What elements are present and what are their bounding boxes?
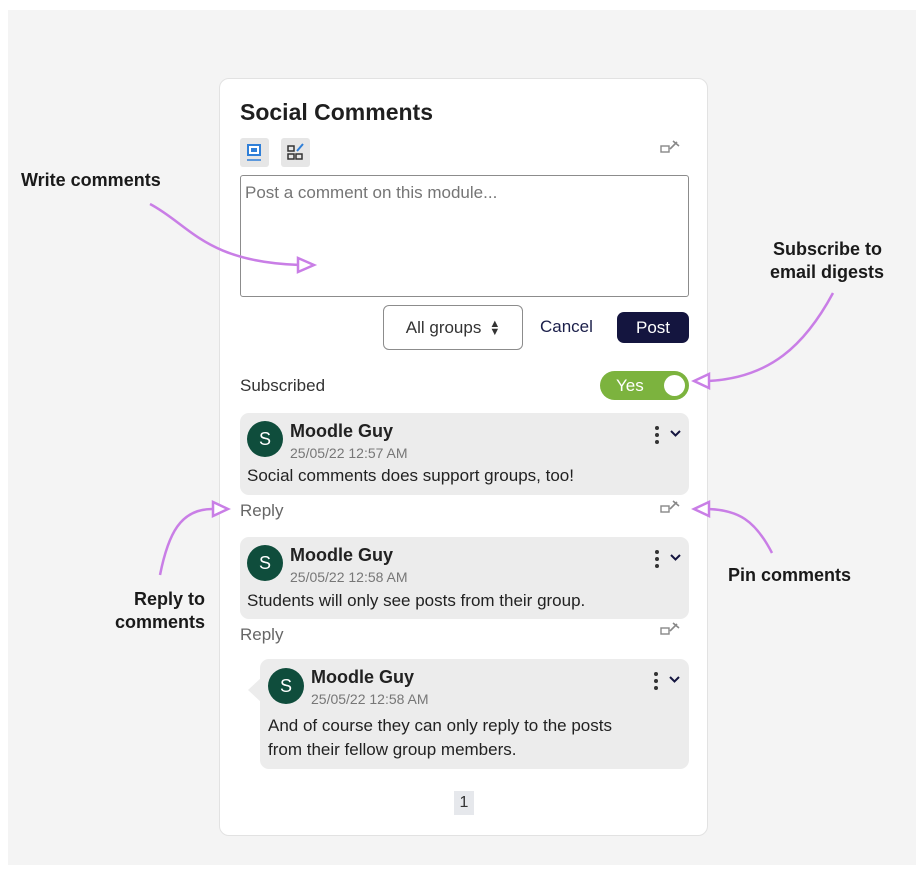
arrow-pin-head	[691, 500, 711, 518]
arrow-subscribe	[707, 292, 835, 383]
arrow-reply	[158, 507, 215, 576]
annotation-arrows	[149, 202, 835, 576]
arrow-pin	[707, 507, 774, 554]
screenshot-stage: Write comments Subscribe to email digest…	[0, 0, 924, 872]
arrow-write-head	[296, 256, 318, 274]
arrow-reply-head	[211, 500, 231, 518]
arrow-subscribe-head	[691, 372, 711, 390]
arrow-write	[149, 202, 301, 267]
